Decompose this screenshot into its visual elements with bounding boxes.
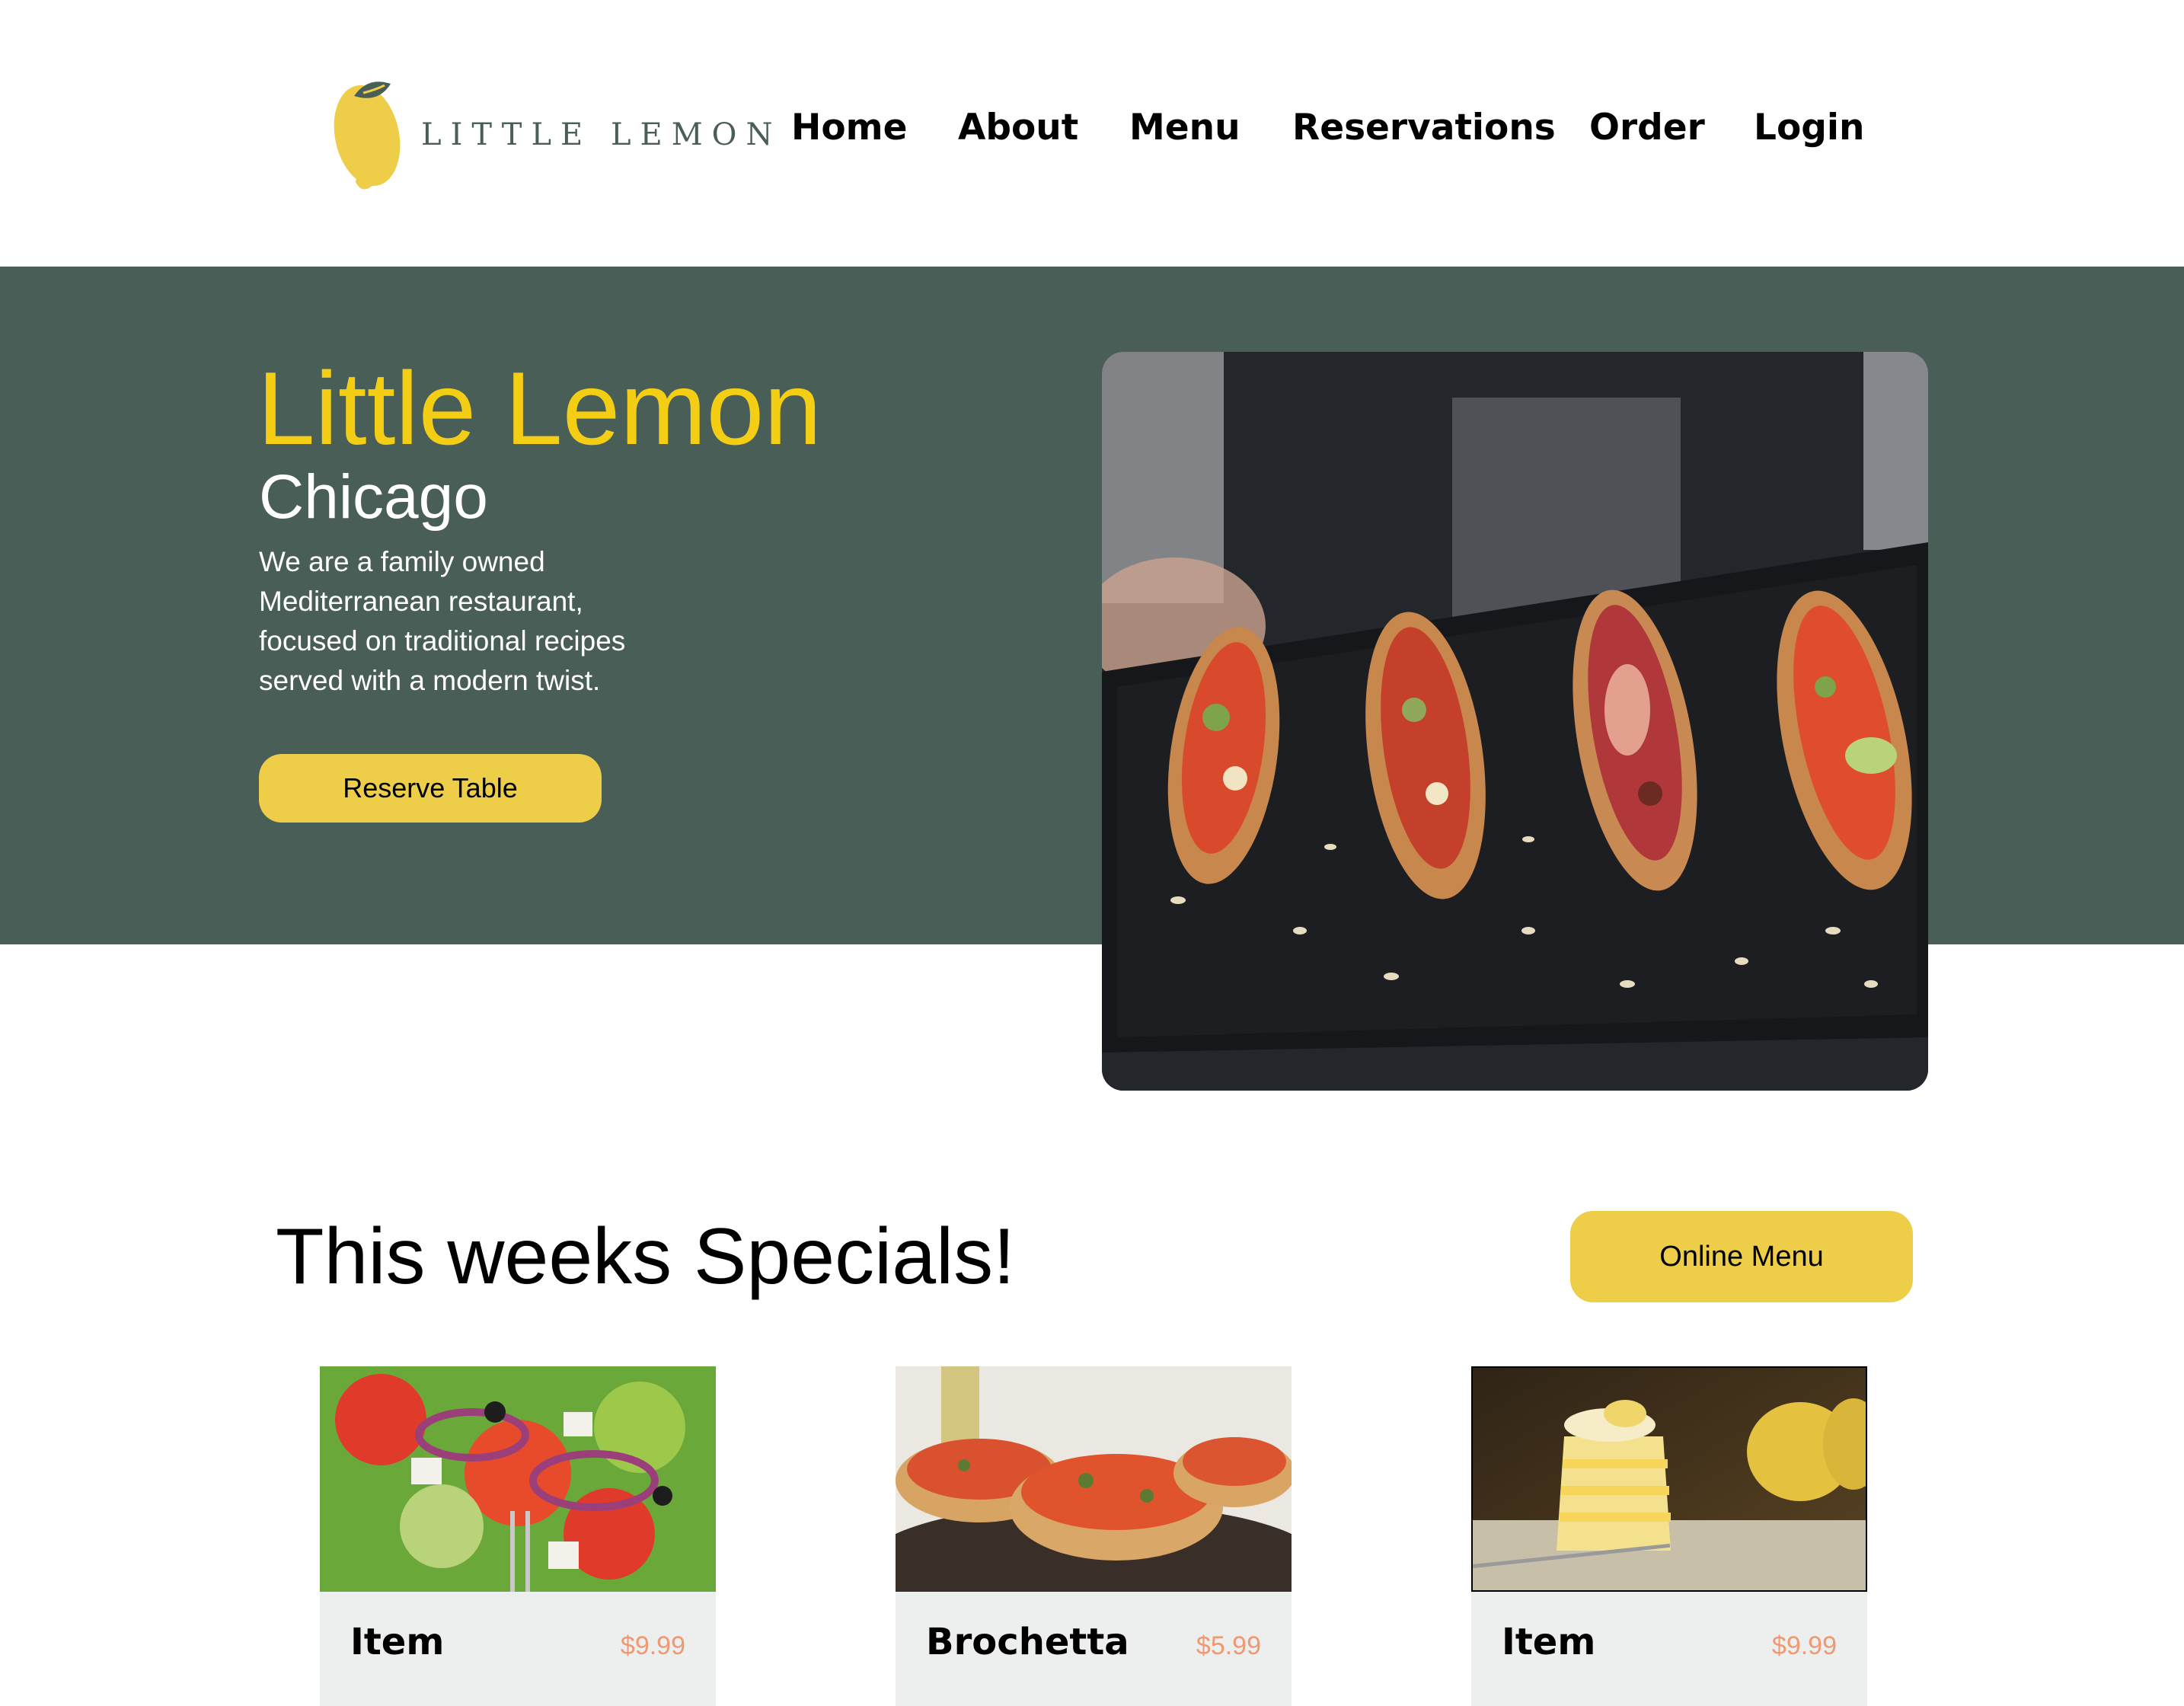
special-card[interactable]: Brochetta $5.99 xyxy=(896,1366,1292,1706)
nav-item-home[interactable]: Home xyxy=(791,107,907,149)
hero-description: We are a family owned Mediterranean rest… xyxy=(259,546,626,696)
nav-item-menu[interactable]: Menu xyxy=(1129,107,1240,149)
reserve-table-button[interactable]: Reserve Table xyxy=(259,754,602,823)
special-price: $9.99 xyxy=(620,1631,685,1660)
special-card[interactable]: Item $9.99 xyxy=(320,1366,716,1706)
nav-item-order[interactable]: Order xyxy=(1589,107,1705,149)
nav-item-reservations[interactable]: Reservations xyxy=(1292,107,1556,149)
special-price: $5.99 xyxy=(1196,1631,1261,1660)
site-header: LITTLE LEMON Home About Menu Reservation… xyxy=(0,0,2184,267)
special-name: Item xyxy=(1502,1621,1596,1663)
brochetta-image xyxy=(896,1366,1292,1592)
hero-title: Little Lemon xyxy=(257,350,822,466)
online-menu-button[interactable]: Online Menu xyxy=(1570,1211,1913,1302)
nav-item-login[interactable]: Login xyxy=(1754,107,1864,149)
hero-subtitle: Chicago xyxy=(259,462,488,532)
specials-title: This weeks Specials! xyxy=(276,1212,1016,1301)
special-card[interactable]: Item $9.99 xyxy=(1471,1366,1867,1706)
greek-salad-image xyxy=(320,1366,716,1592)
hero-image xyxy=(1102,352,1928,1091)
special-price: $9.99 xyxy=(1771,1631,1837,1660)
bruschetta-platter-illustration xyxy=(1102,352,1928,1091)
lemon-cake-image xyxy=(1471,1366,1867,1592)
special-name: Brochetta xyxy=(926,1621,1129,1663)
main-nav: Home About Menu Reservations Order Login xyxy=(0,107,2184,160)
special-name: Item xyxy=(350,1621,445,1663)
nav-item-about[interactable]: About xyxy=(958,107,1078,149)
